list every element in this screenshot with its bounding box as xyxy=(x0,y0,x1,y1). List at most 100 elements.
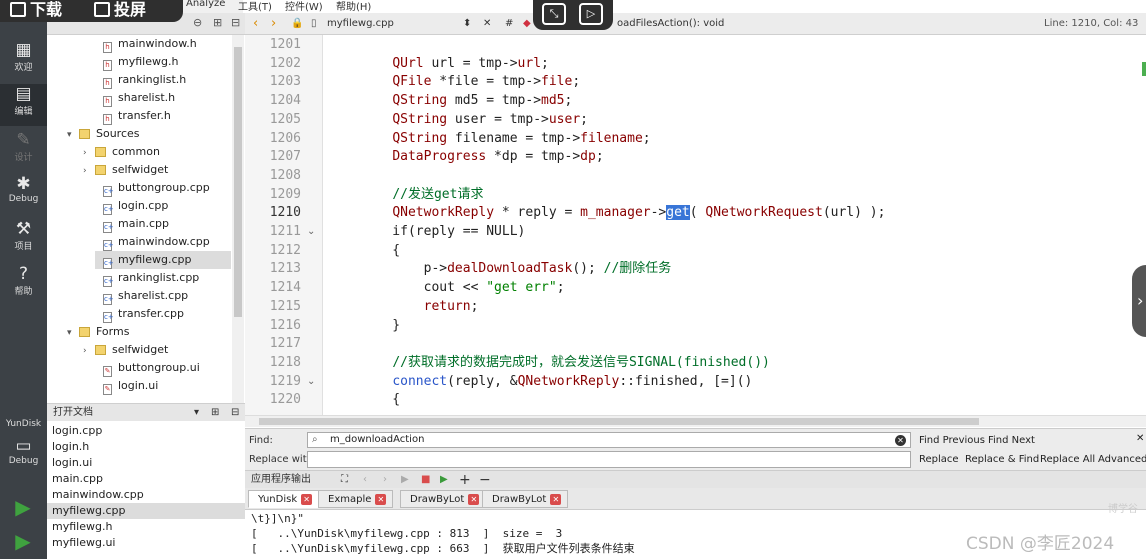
open-doc-item[interactable]: main.cpp xyxy=(52,471,103,487)
mode-design[interactable]: ✎ 设计 xyxy=(0,130,47,170)
tree-item[interactable]: h rankinglist.h xyxy=(83,71,186,89)
zoom-in-icon[interactable]: + xyxy=(459,471,471,489)
function-selector[interactable]: oadFilesAction(): void xyxy=(617,13,724,35)
find-previous-button[interactable]: Find Previous xyxy=(919,435,985,446)
chevron-right-icon[interactable]: › xyxy=(83,144,95,162)
chevron-down-icon[interactable]: ⬍ xyxy=(463,13,471,35)
mode-edit[interactable]: ▤ 编辑 xyxy=(0,84,47,126)
code-line[interactable]: QUrl url = tmp->url; xyxy=(361,55,549,73)
menu-help[interactable]: 帮助(H) xyxy=(336,0,371,13)
code-line[interactable]: QString user = tmp->user; xyxy=(361,111,588,129)
tree-item[interactable]: c+ main.cpp xyxy=(83,215,169,233)
advanced-button[interactable]: Advanced... xyxy=(1098,454,1146,465)
mode-projects[interactable]: ⚒ 项目 xyxy=(0,219,47,259)
close-file-icon[interactable]: ✕ xyxy=(483,13,491,35)
open-doc-item[interactable]: mainwindow.cpp xyxy=(52,487,144,503)
tree-item[interactable]: c+ rankinglist.cpp xyxy=(83,269,199,287)
tree-item[interactable]: c+ sharelist.cpp xyxy=(83,287,188,305)
code-line[interactable]: connect(reply, &QNetworkReply::finished,… xyxy=(361,373,752,391)
kit-selector[interactable]: ▭ Debug xyxy=(0,436,47,480)
tree-item[interactable]: c+ mainwindow.cpp xyxy=(83,233,210,251)
fold-icon[interactable]: ⌄ xyxy=(307,223,315,241)
tree-item[interactable]: c+ login.cpp xyxy=(83,197,168,215)
code-line[interactable]: DataProgress *dp = tmp->dp; xyxy=(361,148,603,166)
prev-icon[interactable]: ‹ xyxy=(363,471,367,489)
code-line[interactable]: if(reply == NULL) xyxy=(361,223,525,241)
code-line[interactable]: //发送get请求 xyxy=(361,186,483,204)
tree-item[interactable]: h sharelist.h xyxy=(83,89,175,107)
close-tab-icon[interactable]: ✕ xyxy=(375,494,387,505)
tree-item[interactable]: h mainwindow.h xyxy=(83,35,197,53)
mode-help[interactable]: ? 帮助 xyxy=(0,264,47,304)
close-tab-icon[interactable]: ✕ xyxy=(301,494,313,505)
close-find-icon[interactable]: ✕ xyxy=(1136,433,1144,444)
close-pane-icon[interactable]: ⊟ xyxy=(231,16,240,29)
clear-icon[interactable]: ✕ xyxy=(895,435,906,446)
chevron-right-icon[interactable]: › xyxy=(83,162,95,180)
code-line[interactable]: { xyxy=(361,242,400,260)
code-line[interactable]: { xyxy=(361,391,400,409)
side-handle[interactable]: › xyxy=(1132,265,1146,337)
tree-item[interactable]: h myfilewg.h xyxy=(83,53,178,71)
chevron-down-icon[interactable]: ▾ xyxy=(67,324,79,342)
tree-item[interactable]: ✎ buttongroup.ui xyxy=(83,359,200,377)
cast-button[interactable]: 投屏 xyxy=(94,0,146,20)
tree-item[interactable]: › selfwidget xyxy=(83,161,168,179)
mode-debug[interactable]: ✱ Debug xyxy=(0,174,47,214)
tree-scrollbar[interactable] xyxy=(232,35,244,403)
code-line[interactable]: } xyxy=(361,317,400,335)
tree-item[interactable]: › selfwidget xyxy=(83,341,168,359)
code-line[interactable]: //获取请求的数据完成时，就会发送信号SIGNAL(finished()) xyxy=(361,354,770,372)
close-pane-icon[interactable]: ⊟ xyxy=(231,404,239,422)
tree-scrollbar-thumb[interactable] xyxy=(234,47,242,317)
chevron-down-icon[interactable]: ▾ xyxy=(67,126,79,144)
editor-file-name[interactable]: myfilewg.cpp xyxy=(327,13,394,35)
editor-hscrollbar-thumb[interactable] xyxy=(259,418,979,425)
code-line[interactable]: QString md5 = tmp->md5; xyxy=(361,92,572,110)
menu-analyze[interactable]: Analyze xyxy=(186,0,225,9)
menu-controls[interactable]: 控件(W) xyxy=(285,0,323,13)
download-button[interactable]: 下载 xyxy=(10,0,62,20)
tree-item[interactable]: ✎ login.ui xyxy=(83,377,158,395)
chevron-right-icon[interactable]: › xyxy=(83,342,95,360)
code-line[interactable]: QNetworkReply * reply = m_manager->get( … xyxy=(361,204,885,222)
split-icon[interactable]: ⊞ xyxy=(211,404,219,422)
find-next-button[interactable]: Find Next xyxy=(988,435,1035,446)
editor-hscrollbar[interactable] xyxy=(245,415,1146,427)
output-tab[interactable]: DrawByLot ✕ xyxy=(400,490,487,508)
open-doc-item[interactable]: login.ui xyxy=(52,455,92,471)
code-line[interactable]: cout << "get err"; xyxy=(361,279,565,297)
code-line[interactable]: QString filename = tmp->filename; xyxy=(361,130,650,148)
run-icon[interactable]: ▶ xyxy=(8,494,38,520)
replace-button[interactable]: Replace xyxy=(919,454,959,465)
pip-icon[interactable]: ⤡ xyxy=(542,3,566,25)
debug-run-icon[interactable]: ▶ xyxy=(8,528,38,554)
code-line[interactable]: return; xyxy=(361,298,479,316)
video-icon[interactable]: ▷ xyxy=(579,3,603,25)
dropdown-icon[interactable]: ▾ xyxy=(194,404,199,422)
tree-item[interactable]: c+ transfer.cpp xyxy=(83,305,184,323)
open-doc-item[interactable]: myfilewg.h xyxy=(52,519,112,535)
zoom-out-icon[interactable]: − xyxy=(479,471,491,489)
back-icon[interactable]: ‹ xyxy=(253,13,258,35)
fold-icon[interactable]: ⌄ xyxy=(307,373,315,391)
stop-icon[interactable]: ■ xyxy=(421,471,430,489)
replace-find-button[interactable]: Replace & Find xyxy=(965,454,1039,465)
menu-tools[interactable]: 工具(T) xyxy=(238,0,272,13)
replace-all-button[interactable]: Replace All xyxy=(1040,454,1095,465)
next-icon[interactable]: › xyxy=(383,471,387,489)
tree-item[interactable]: h transfer.h xyxy=(83,107,171,125)
code-editor[interactable]: QUrl url = tmp->url; QFile *file = tmp->… xyxy=(324,35,1146,415)
tree-item[interactable]: c+ myfilewg.cpp xyxy=(95,251,231,269)
tree-item[interactable]: ▾ Sources xyxy=(67,125,140,143)
attach-icon[interactable]: ⛶ xyxy=(341,471,348,489)
tree-item[interactable]: › common xyxy=(83,143,160,161)
split-icon[interactable]: ⊞ xyxy=(213,16,222,29)
output-tab[interactable]: Exmaple ✕ xyxy=(318,490,394,508)
replace-input[interactable] xyxy=(307,451,911,468)
close-tab-icon[interactable]: ✕ xyxy=(550,494,562,505)
output-tab[interactable]: YunDisk ✕ xyxy=(248,490,320,508)
tree-item[interactable]: ▾ Forms xyxy=(67,323,129,341)
mode-welcome[interactable]: ▦ 欢迎 xyxy=(0,40,47,82)
run-again-icon[interactable]: ▶ xyxy=(401,471,409,489)
